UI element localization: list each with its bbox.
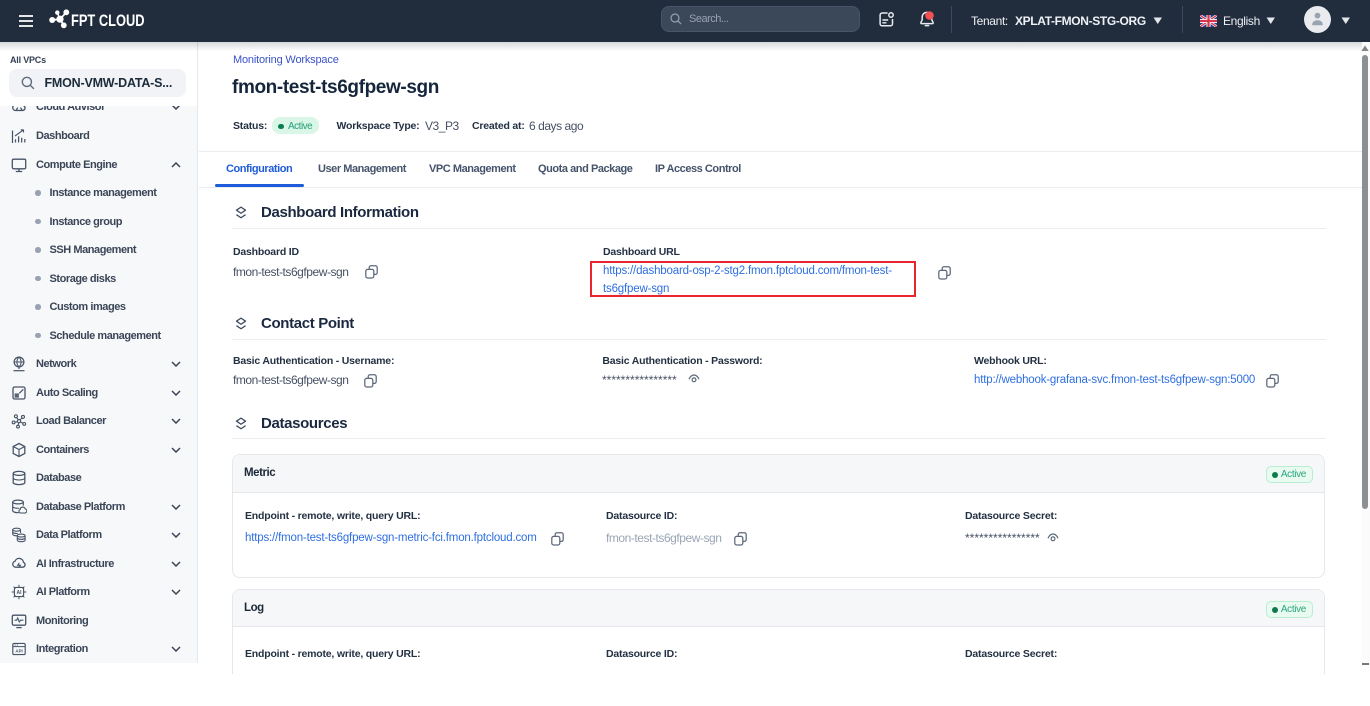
svg-text:API: API	[15, 648, 22, 653]
svg-text:FPT CLOUD: FPT CLOUD	[71, 12, 145, 30]
svg-text:AI: AI	[17, 590, 23, 596]
